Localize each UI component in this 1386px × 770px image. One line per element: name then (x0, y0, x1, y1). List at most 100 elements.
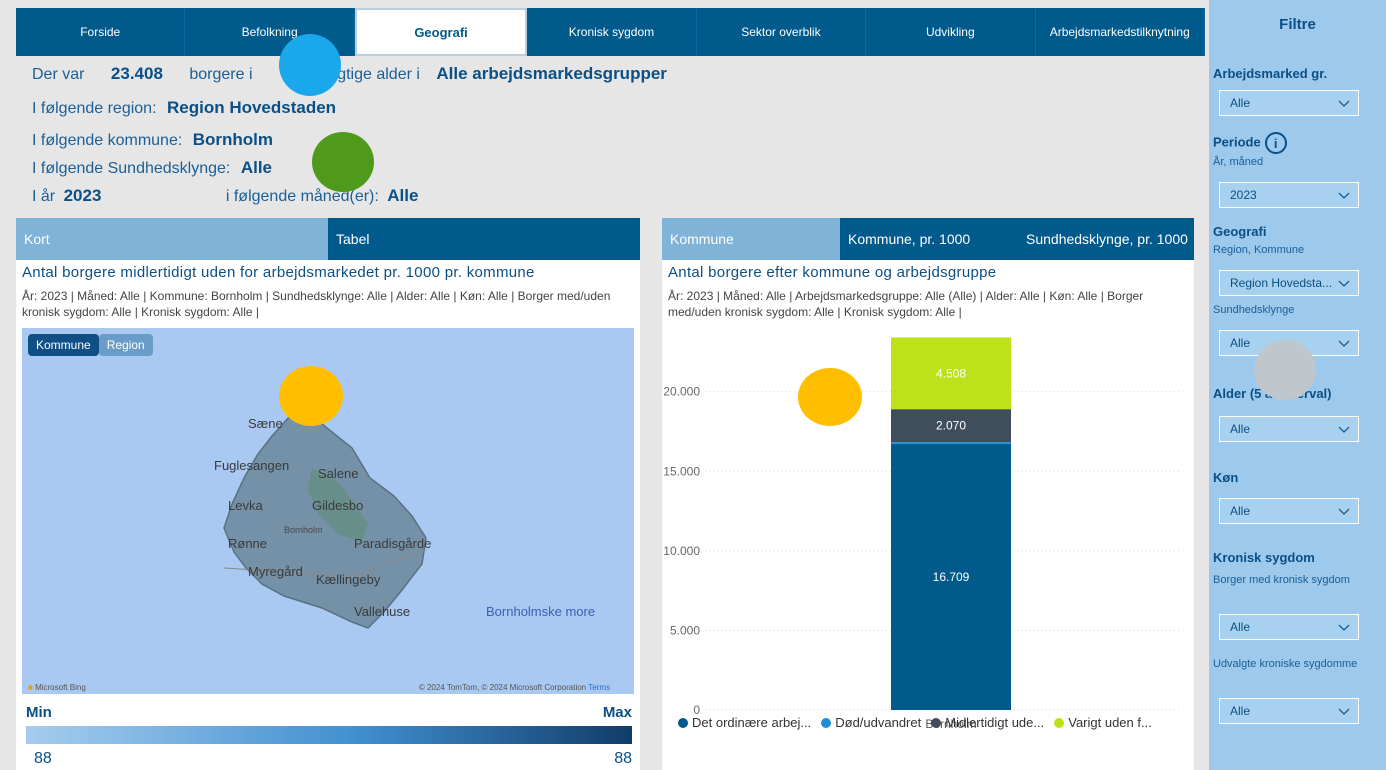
legend-dot (821, 717, 832, 728)
legend-label: Død/udvandret (835, 715, 922, 730)
place-paradisgarde: Paradisgårde (354, 536, 432, 551)
map-filter-description: År: 2023 | Måned: Alle | Kommune: Bornho… (22, 289, 611, 319)
summary-kommune-label: I følgende kommune: (32, 132, 183, 149)
legend-dot (1054, 717, 1065, 728)
top-navigation: Forside Befolkning Geografi Kronisk sygd… (16, 8, 1205, 56)
tab-forside[interactable]: Forside (16, 8, 186, 56)
filter-periode-sublabel: År, måned (1213, 156, 1264, 168)
filter-klynge-value: Alle (1230, 336, 1251, 350)
filter-periode-dropdown[interactable]: 2023 (1219, 182, 1359, 208)
tab-kronisk-sygdom[interactable]: Kronisk sygdom (527, 8, 697, 56)
filter-geografi-label: Geografi (1213, 224, 1267, 239)
summary-kommune: Bornholm (192, 130, 274, 149)
tab-udvikling[interactable]: Udvikling (866, 8, 1036, 56)
filter-geografi-sublabel: Region, Kommune (1213, 244, 1305, 256)
chevron-down-icon (1338, 624, 1350, 631)
chart-legend: Det ordinære arbej... Død/udvandret Midler… (678, 715, 1152, 730)
filter-udvalgte-value: Alle (1230, 704, 1251, 718)
map-title: Antal borgere midlertidigt uden for arbe… (22, 264, 535, 281)
legend-dot (931, 717, 942, 728)
filter-kronisk-dropdown[interactable]: Alle (1219, 614, 1359, 640)
place-myregard: Myregård (248, 564, 303, 579)
place-kaellingeby: Kællingeby (316, 572, 381, 587)
chart-filter-description: År: 2023 | Måned: Alle | Arbejdsmarkedsg… (668, 289, 1144, 319)
filter-geografi-dropdown[interactable]: Region Hovedsta... (1219, 270, 1359, 296)
stacked-bar-chart[interactable]: 0 5.000 10.000 15.000 20.000 16.709 2.070 4.508… (662, 318, 1192, 738)
filter-kon-dropdown[interactable]: Alle (1219, 498, 1359, 524)
filter-klynge-sublabel: Sundhedsklynge (1213, 304, 1295, 316)
filter-udvalgte-sublabel: Udvalgte kroniske sygdomme (1213, 658, 1358, 670)
legend-label: Midlertidigt ude... (945, 715, 1045, 730)
filter-kronisk-value: Alle (1230, 620, 1251, 634)
tab-geografi[interactable]: Geografi (354, 8, 528, 56)
y-tick-label: 20.000 (663, 385, 700, 399)
summary-line-klynge: I følgende Sundhedsklynge: Alle (32, 158, 272, 178)
toggle-region[interactable]: Region (98, 334, 153, 356)
legend-gradient (26, 726, 632, 744)
tab-kommune-pr-1000[interactable]: Kommune, pr. 1000 (840, 218, 1018, 260)
bar-data-label: 2.070 (936, 419, 966, 433)
summary-line-region: I følgende region: Region Hovedstaden (32, 98, 336, 118)
filter-arbejdsmarked-value: Alle (1230, 96, 1251, 110)
chart-title: Antal borgere efter kommune og arbejdsgr… (668, 264, 997, 281)
legend-dot (678, 717, 688, 728)
summary-year-label: I år (32, 188, 56, 205)
chart-svg: 05.00010.00015.00020.00016.7092.0704.508… (663, 337, 1182, 731)
map-credit-bing: ■ Microsoft Bing (28, 683, 86, 692)
bar-data-label: 4.508 (936, 366, 966, 380)
filter-kon-value: Alle (1230, 504, 1251, 518)
place-levka: Levka (228, 498, 263, 513)
legend-item[interactable]: Varigt uden f... (1054, 715, 1152, 730)
legend-label: Varigt uden f... (1068, 715, 1152, 730)
tab-kommune[interactable]: Kommune (662, 218, 840, 260)
toggle-kommune[interactable]: Kommune (28, 334, 99, 356)
y-tick-label: 10.000 (663, 544, 700, 558)
filter-periode-value: 2023 (1230, 188, 1257, 202)
chevron-down-icon (1338, 508, 1350, 515)
info-icon[interactable]: i (1264, 132, 1287, 154)
chevron-down-icon (1338, 708, 1350, 715)
summary-prefix: Der var (32, 66, 85, 83)
summary-year: 2023 (63, 186, 102, 205)
bar-data-label: 16.709 (933, 570, 970, 584)
filter-alder-dropdown[interactable]: Alle (1219, 416, 1359, 442)
filter-kronisk-label: Kronisk sygdom (1213, 550, 1315, 565)
summary-line-total: Der var 23.408 borgere i ejdsdygtige ald… (32, 64, 667, 84)
tab-sundhedsklynge-pr-1000[interactable]: Sundhedsklynge, pr. 1000 (1018, 218, 1194, 260)
summary-klynge: Alle (240, 158, 272, 177)
map-terms-link[interactable]: Terms (588, 683, 610, 692)
summary-month-label: i følgende måned(er): (225, 188, 379, 205)
filter-arbejdsmarked-dropdown[interactable]: Alle (1219, 90, 1359, 116)
summary-mid: borgere i (189, 66, 257, 83)
legend-label: Det ordinære arbej... (692, 715, 812, 730)
summary-region-label: I følgende region: (32, 100, 157, 117)
chevron-down-icon (1338, 280, 1350, 287)
tab-tabel[interactable]: Tabel (328, 218, 640, 260)
tab-kort[interactable]: Kort (16, 218, 328, 260)
filter-udvalgte-dropdown[interactable]: Alle (1219, 698, 1359, 724)
tab-sektor-overblik[interactable]: Sektor overblik (697, 8, 867, 56)
filter-arbejdsmarked-label: Arbejdsmarked gr. (1213, 66, 1328, 81)
filter-kon-label: Køn (1213, 470, 1239, 485)
map-panel-tabs: Kort Tabel (16, 218, 640, 260)
summary-line-kommune: I følgende kommune: Bornholm (32, 130, 273, 150)
chevron-down-icon (1338, 192, 1350, 199)
summary-panel: Der var 23.408 borgere i ejdsdygtige ald… (16, 56, 1205, 208)
bar-segment (891, 442, 1011, 445)
legend-item[interactable]: Død/udvandret (821, 715, 921, 730)
place-vallehuse: Vallehuse (354, 604, 411, 619)
filter-geografi-value: Region Hovedsta... (1230, 276, 1333, 290)
legend-item[interactable]: Det ordinære arbej... (678, 715, 811, 730)
y-tick-label: 5.000 (670, 623, 700, 637)
legend-min-label: Min (26, 704, 52, 721)
map-panel: Kort Tabel Antal borgere midlertidigt ud… (16, 218, 640, 770)
filter-kronisk-sublabel: Borger med kronisk sygdom (1213, 574, 1350, 586)
chevron-down-icon (1338, 340, 1350, 347)
filter-periode-label: Periode i (1213, 132, 1287, 154)
filter-alder-value: Alle (1230, 422, 1251, 436)
summary-group: Alle arbejdsmarkedsgrupper (436, 64, 667, 83)
legend-item[interactable]: Midlertidigt ude... (931, 715, 1044, 730)
summary-region: Region Hovedstaden (166, 98, 337, 117)
summary-line-year: I år 2023 i følgende måned(er): Alle (32, 186, 418, 206)
tab-arbejdsmarkedstilknytning[interactable]: Arbejdsmarkedstilknytning (1036, 8, 1205, 56)
